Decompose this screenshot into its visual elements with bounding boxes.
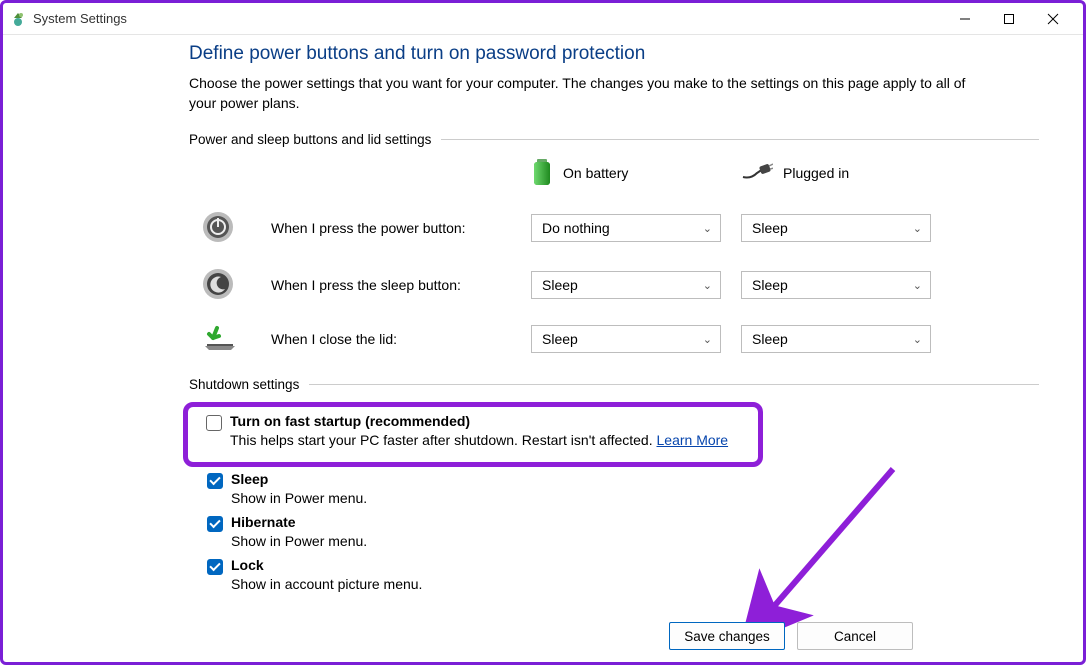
maximize-button[interactable] bbox=[987, 3, 1031, 35]
hibernate-title: Hibernate bbox=[231, 514, 296, 530]
checkbox-row-sleep: Sleep bbox=[189, 471, 1039, 489]
select-sleep-plugged[interactable]: Sleep⌄ bbox=[741, 271, 931, 299]
row-sleep-label: When I press the sleep button: bbox=[271, 277, 511, 293]
select-sleep-battery[interactable]: Sleep⌄ bbox=[531, 271, 721, 299]
lid-icon bbox=[201, 324, 251, 355]
save-button[interactable]: Save changes bbox=[669, 622, 785, 650]
checkbox-lock[interactable] bbox=[207, 559, 223, 575]
section-power-title: Power and sleep buttons and lid settings bbox=[189, 132, 431, 147]
checkbox-row-lock: Lock bbox=[189, 557, 1039, 575]
content-area: Define power buttons and turn on passwor… bbox=[3, 35, 1083, 592]
chevron-down-icon: ⌄ bbox=[913, 333, 922, 346]
checkbox-row-fast-startup: Turn on fast startup (recommended) bbox=[188, 413, 752, 431]
checkbox-sleep[interactable] bbox=[207, 473, 223, 489]
sleep-title: Sleep bbox=[231, 471, 268, 487]
select-power-plugged[interactable]: Sleep⌄ bbox=[741, 214, 931, 242]
titlebar: System Settings bbox=[3, 3, 1083, 35]
app-icon bbox=[9, 10, 27, 28]
chevron-down-icon: ⌄ bbox=[913, 279, 922, 292]
minimize-button[interactable] bbox=[943, 3, 987, 35]
select-lid-battery[interactable]: Sleep⌄ bbox=[531, 325, 721, 353]
fast-startup-desc: This helps start your PC faster after sh… bbox=[188, 432, 752, 448]
highlight-fast-startup: Turn on fast startup (recommended) This … bbox=[183, 402, 763, 467]
col-battery-header: On battery bbox=[531, 157, 721, 190]
row-power-label: When I press the power button: bbox=[271, 220, 511, 236]
lock-desc: Show in account picture menu. bbox=[189, 576, 1039, 592]
select-power-battery[interactable]: Do nothing⌄ bbox=[531, 214, 721, 242]
plug-icon bbox=[741, 163, 773, 184]
chevron-down-icon: ⌄ bbox=[703, 222, 712, 235]
checkbox-hibernate[interactable] bbox=[207, 516, 223, 532]
footer-buttons: Save changes Cancel bbox=[669, 622, 913, 650]
col-battery-label: On battery bbox=[563, 165, 628, 181]
learn-more-link[interactable]: Learn More bbox=[657, 432, 729, 448]
chevron-down-icon: ⌄ bbox=[703, 333, 712, 346]
select-lid-plugged[interactable]: Sleep⌄ bbox=[741, 325, 931, 353]
chevron-down-icon: ⌄ bbox=[913, 222, 922, 235]
battery-icon bbox=[531, 157, 553, 190]
sleep-button-icon bbox=[201, 267, 251, 304]
fast-startup-title: Turn on fast startup (recommended) bbox=[230, 413, 470, 429]
close-button[interactable] bbox=[1031, 3, 1075, 35]
row-lid-label: When I close the lid: bbox=[271, 331, 511, 347]
col-plugged-header: Plugged in bbox=[741, 163, 931, 184]
section-power-header: Power and sleep buttons and lid settings bbox=[189, 132, 1039, 147]
page-description: Choose the power settings that you want … bbox=[189, 73, 969, 114]
power-button-icon bbox=[201, 210, 251, 247]
checkbox-row-hibernate: Hibernate bbox=[189, 514, 1039, 532]
lock-title: Lock bbox=[231, 557, 264, 573]
cancel-button[interactable]: Cancel bbox=[797, 622, 913, 650]
checkbox-fast-startup[interactable] bbox=[206, 415, 222, 431]
hibernate-desc: Show in Power menu. bbox=[189, 533, 1039, 549]
window-title: System Settings bbox=[33, 11, 127, 26]
section-shutdown-title: Shutdown settings bbox=[189, 377, 299, 392]
power-settings-grid: On battery Plugged in When I press the p… bbox=[201, 157, 1039, 355]
page-title: Define power buttons and turn on passwor… bbox=[189, 43, 1039, 65]
col-plugged-label: Plugged in bbox=[783, 165, 849, 181]
section-shutdown-header: Shutdown settings bbox=[189, 377, 1039, 392]
sleep-desc: Show in Power menu. bbox=[189, 490, 1039, 506]
chevron-down-icon: ⌄ bbox=[703, 279, 712, 292]
